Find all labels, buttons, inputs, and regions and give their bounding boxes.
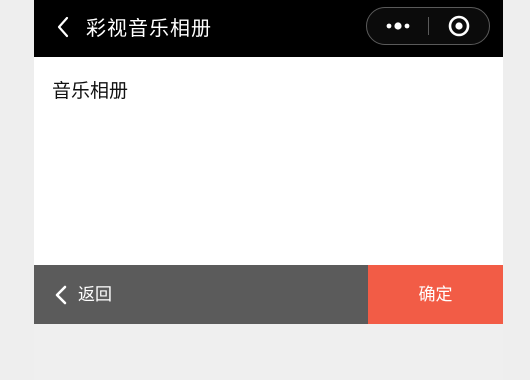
more-dots-icon xyxy=(386,22,410,30)
content-title: 音乐相册 xyxy=(52,80,129,102)
content-panel: 音乐相册 xyxy=(34,57,503,265)
mini-program-page: 彩视音乐相册 音乐相册 返回 确定 xyxy=(34,0,503,380)
nav-back-button[interactable] xyxy=(52,13,76,41)
bottom-action-bar: 返回 确定 xyxy=(34,265,503,324)
confirm-button-label: 确定 xyxy=(418,285,453,305)
back-button-label: 返回 xyxy=(78,285,112,305)
capsule-menu xyxy=(366,7,490,45)
chevron-left-icon xyxy=(57,16,69,38)
screen: 彩视音乐相册 音乐相册 返回 确定 xyxy=(0,0,530,380)
back-button[interactable]: 返回 xyxy=(34,265,368,324)
target-close-icon xyxy=(448,15,470,37)
chevron-left-icon xyxy=(55,285,67,305)
navigation-bar: 彩视音乐相册 xyxy=(34,0,503,57)
more-button[interactable] xyxy=(367,8,428,44)
confirm-button[interactable]: 确定 xyxy=(368,265,503,324)
close-button[interactable] xyxy=(429,8,489,44)
footer-empty-area xyxy=(34,324,503,380)
nav-title: 彩视音乐相册 xyxy=(86,16,212,40)
